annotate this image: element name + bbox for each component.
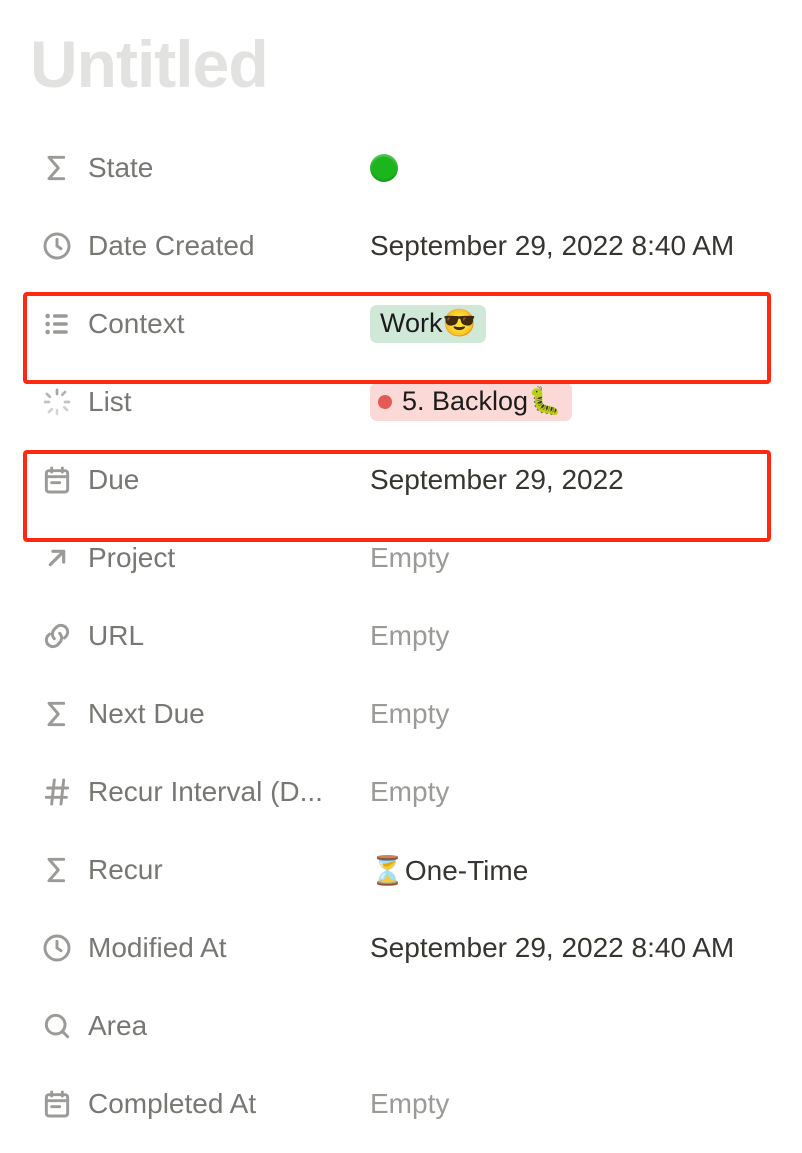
property-name-modified-at[interactable]: Modified At (30, 931, 370, 965)
property-name-due[interactable]: Due (30, 463, 370, 497)
property-row-list: List 5. Backlog🐛 (30, 363, 772, 441)
property-row-modified-at: Modified At September 29, 2022 8:40 AM (30, 909, 772, 987)
property-name-next-due[interactable]: Next Due (30, 697, 370, 731)
sigma-icon (40, 697, 74, 731)
property-label: Area (88, 1010, 147, 1042)
property-value-modified-at[interactable]: September 29, 2022 8:40 AM (370, 909, 734, 987)
search-icon (40, 1009, 74, 1043)
property-value-recur[interactable]: ⏳One-Time (370, 831, 528, 909)
property-value-state[interactable] (370, 129, 398, 207)
property-row-completed-at: Completed At Empty (30, 1065, 772, 1143)
property-label: Context (88, 308, 185, 340)
property-label: Modified At (88, 932, 227, 964)
property-label: State (88, 152, 153, 184)
property-name-url[interactable]: URL (30, 619, 370, 653)
property-name-date-created[interactable]: Date Created (30, 229, 370, 263)
property-row-date-created: Date Created September 29, 2022 8:40 AM (30, 207, 772, 285)
list-tag: 5. Backlog🐛 (370, 383, 572, 421)
property-value-recur-interval[interactable]: Empty (370, 753, 449, 831)
list-tag-label: 5. Backlog🐛 (402, 384, 562, 419)
property-label: Due (88, 464, 139, 496)
property-label: Completed At (88, 1088, 256, 1120)
property-value-list[interactable]: 5. Backlog🐛 (370, 363, 572, 441)
property-row-context: Context Work😎 (30, 285, 772, 363)
property-value-project[interactable]: Empty (370, 519, 449, 597)
property-label: Next Due (88, 698, 205, 730)
green-status-dot (370, 154, 398, 182)
property-label: URL (88, 620, 144, 652)
property-name-context[interactable]: Context (30, 307, 370, 341)
property-label: List (88, 386, 132, 418)
property-value-url[interactable]: Empty (370, 597, 449, 675)
property-value-next-due[interactable]: Empty (370, 675, 449, 753)
red-dot-icon (378, 395, 392, 409)
property-name-recur[interactable]: Recur (30, 853, 370, 887)
page-title[interactable]: Untitled (30, 30, 772, 99)
property-row-url: URL Empty (30, 597, 772, 675)
loading-icon (40, 385, 74, 419)
property-row-state: State (30, 129, 772, 207)
calendar-icon (40, 463, 74, 497)
link-icon (40, 619, 74, 653)
property-row-area: Area (30, 987, 772, 1065)
property-row-recur: Recur ⏳One-Time (30, 831, 772, 909)
property-label: Recur Interval (D... (88, 776, 323, 808)
property-name-project[interactable]: Project (30, 541, 370, 575)
property-row-due: Due September 29, 2022 (30, 441, 772, 519)
hash-icon (40, 775, 74, 809)
property-list: State Date Created September 29, 2022 8:… (30, 129, 772, 1143)
property-name-recur-interval[interactable]: Recur Interval (D... (30, 775, 370, 809)
property-value-completed-at[interactable]: Empty (370, 1065, 449, 1143)
sigma-icon (40, 853, 74, 887)
calendar-icon (40, 1087, 74, 1121)
property-label: Project (88, 542, 175, 574)
property-value-context[interactable]: Work😎 (370, 285, 486, 363)
property-name-list[interactable]: List (30, 385, 370, 419)
property-row-next-due: Next Due Empty (30, 675, 772, 753)
bullet-list-icon (40, 307, 74, 341)
property-label: Recur (88, 854, 163, 886)
property-label: Date Created (88, 230, 255, 262)
property-value-due[interactable]: September 29, 2022 (370, 441, 624, 519)
arrow-up-right-icon (40, 541, 74, 575)
property-row-project: Project Empty (30, 519, 772, 597)
property-name-completed-at[interactable]: Completed At (30, 1087, 370, 1121)
context-tag: Work😎 (370, 305, 486, 343)
property-name-state[interactable]: State (30, 151, 370, 185)
clock-icon (40, 229, 74, 263)
property-name-area[interactable]: Area (30, 1009, 370, 1043)
property-value-date-created[interactable]: September 29, 2022 8:40 AM (370, 207, 734, 285)
property-row-recur-interval: Recur Interval (D... Empty (30, 753, 772, 831)
sigma-icon (40, 151, 74, 185)
clock-icon (40, 931, 74, 965)
